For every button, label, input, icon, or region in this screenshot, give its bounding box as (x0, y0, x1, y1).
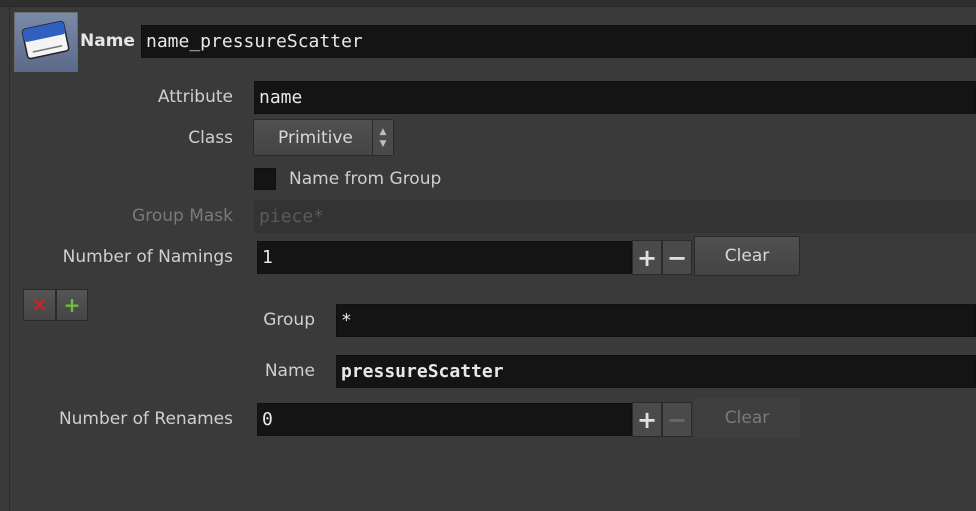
left-border (9, 7, 10, 511)
name-tag-icon (14, 12, 78, 72)
attribute-field[interactable]: name (254, 81, 976, 114)
group-mask-label: Group Mask (132, 206, 233, 226)
name-from-group-checkbox[interactable] (254, 168, 276, 190)
node-type-label: Name (80, 31, 135, 51)
name-label: Name (264, 361, 315, 381)
insert-instance-icon[interactable]: + (56, 289, 88, 321)
renames-add-button[interactable]: + (632, 402, 662, 437)
class-label: Class (188, 128, 233, 148)
number-of-renames-field[interactable]: 0 (257, 403, 632, 436)
number-of-namings-label: Number of Namings (62, 247, 233, 267)
node-name-field[interactable]: name_pressureScatter (141, 25, 976, 58)
group-field[interactable]: * (336, 304, 976, 337)
group-label: Group (263, 310, 315, 330)
number-of-renames-label: Number of Renames (58, 409, 233, 429)
namings-add-button[interactable]: + (632, 240, 662, 275)
class-menu[interactable]: Primitive ▲ ▼ (253, 119, 394, 156)
number-of-namings-field[interactable]: 1 (257, 241, 632, 274)
top-border (0, 0, 976, 7)
menu-arrows-icon: ▲ ▼ (372, 120, 393, 155)
namings-remove-button[interactable]: − (662, 240, 692, 275)
renames-remove-button: − (662, 402, 692, 437)
class-menu-value: Primitive (278, 127, 353, 148)
name-field[interactable]: pressureScatter (336, 355, 976, 388)
namings-clear-button[interactable]: Clear (694, 236, 800, 276)
attribute-label: Attribute (157, 87, 233, 107)
renames-clear-button: Clear (694, 398, 800, 438)
name-from-group-label: Name from Group (289, 169, 442, 189)
remove-instance-icon[interactable]: ✕ (23, 289, 56, 321)
group-mask-field: piece* (254, 200, 976, 233)
